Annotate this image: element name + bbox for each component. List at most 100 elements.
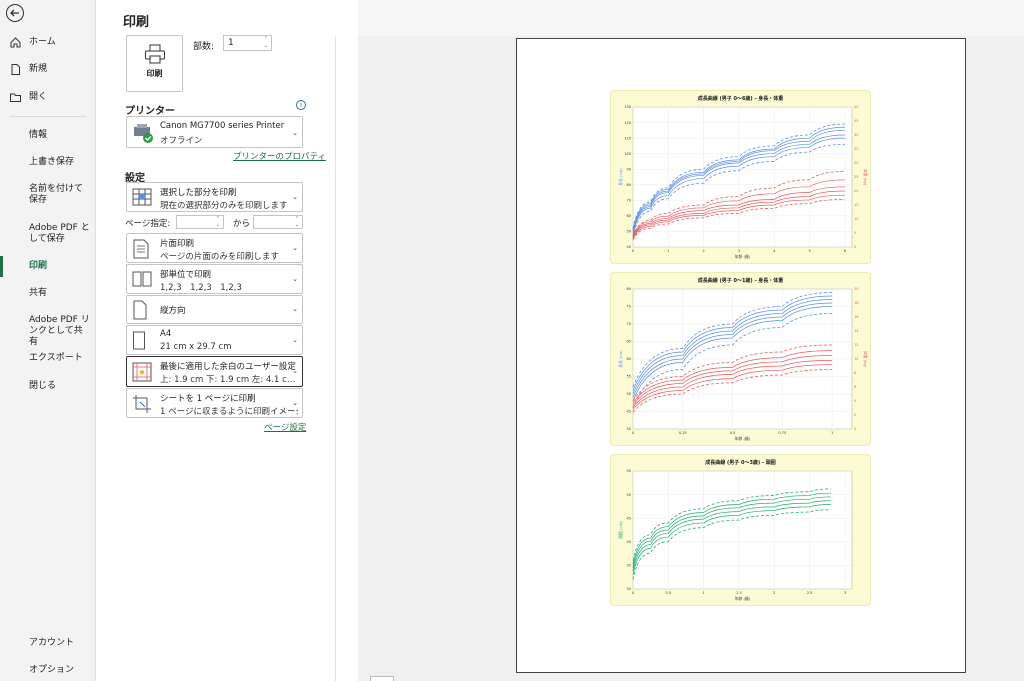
back-button[interactable] [6,4,24,22]
fit-to-page-icon [133,395,151,413]
nav-account[interactable]: アカウント [0,638,96,649]
nav-home-label: ホーム [29,37,56,47]
print-scope-select[interactable]: 選択した部分を印刷 現在の選択部分のみを印刷します ⌄ [126,182,303,212]
printer-icon [145,44,165,64]
y2-tick-label: 12 [854,343,858,347]
nav-adobe-pdf-link[interactable]: Adobe PDF リンクとして共有 [0,315,90,348]
y-tick-label: 40 [627,245,631,249]
y-tick-label: 100 [624,152,631,156]
chevron-down-icon: ⌄ [292,336,298,344]
x-tick-label: 1.5 [736,591,742,595]
paper-size-select[interactable]: A4 21 cm x 29.7 cm ⌄ [126,325,303,355]
x-tick-label: 6 [844,249,846,253]
arrow-left-icon [10,9,19,17]
chevron-down-icon: ⌄ [292,193,298,201]
paper-size-title: A4 [160,329,172,339]
collate-select[interactable]: 部単位で印刷 1,2,3 1,2,3 1,2,3 ⌄ [126,264,303,294]
nav-close[interactable]: 閉じる [0,381,96,392]
chevron-down-icon: ⌄ [292,275,298,283]
nav-divider [10,116,86,117]
copies-spinner[interactable]: ⌃ ⌄ [264,36,268,50]
y-tick-label: 55 [627,469,631,473]
chart-card: 成長曲線 (男子 0～6歳) - 身長・体重 0 1 2 3 4 5 6 40 50 60 70 80… [610,90,871,264]
print-button[interactable]: 印刷 [126,35,183,92]
x-tick-label: 1 [667,249,669,253]
print-scope-desc: 現在の選択部分のみを印刷します [160,201,288,211]
nav-save-label: 上書き保存 [29,157,75,167]
nav-open-label: 開く [29,92,48,102]
nav-save-as[interactable]: 名前を付けて保存 [0,184,90,206]
page-number-input[interactable] [370,676,394,681]
y-tick-label: 70 [627,322,631,326]
nav-print[interactable]: 印刷 [0,256,96,277]
y2-tick-label: 4 [854,399,857,403]
x-tick-label: 2 [703,249,705,253]
chevron-down-icon: ⌄ [292,244,298,252]
x-tick-label: 0 [632,591,634,595]
pages-from-spinner[interactable]: ⌃ ⌄ [216,216,220,228]
orientation-select[interactable]: 縦方向 ⌄ [126,295,303,324]
x-tick-label: 2.5 [807,591,813,595]
y2-tick-label: 5 [854,231,856,235]
printer-properties-link[interactable]: プリンターのプロパティ [233,150,326,162]
y-axis-label: 頭囲 (cm) [618,521,623,539]
pages-to-input[interactable]: ⌃ ⌄ [253,215,303,229]
copies-input[interactable]: 1 ⌃ ⌄ [223,35,272,51]
y-tick-label: 50 [627,230,631,234]
chevron-down-icon: ⌄ [292,399,298,407]
y-tick-label: 35 [627,564,631,568]
y-tick-label: 50 [627,392,631,396]
nav-share[interactable]: 共有 [0,288,96,299]
x-tick-label: 0 [632,249,634,253]
nav-options[interactable]: オプション [0,665,96,676]
y-axis-label: 身長 (cm) [618,168,623,186]
nav-save[interactable]: 上書き保存 [0,157,96,168]
y-tick-label: 65 [627,340,631,344]
preview-header [358,0,1024,36]
scaling-select[interactable]: シートを 1 ページに印刷 1 ページに収まるように印刷イメージを… ⌄ [126,388,303,418]
y2-axis-label: 体重 (kg) [863,351,868,368]
x-tick-label: 3 [738,249,740,253]
nav-home[interactable]: ホーム [0,37,96,48]
plot-area [632,106,853,248]
y-tick-label: 110 [624,136,631,140]
y2-tick-label: 18 [854,301,858,305]
y2-tick-label: 14 [854,329,859,333]
y2-tick-label: 0 [854,245,856,249]
y-tick-label: 75 [627,305,631,309]
x-tick-label: 0.75 [778,431,786,435]
margins-select[interactable]: 最後に適用した余白のユーザー設定 上: 1.9 cm 下: 1.9 cm 左: … [126,356,303,387]
y2-tick-label: 0 [854,427,856,431]
chart-card: 成長曲線 (男子 0～1歳) - 身長・体重 0 0.25 0.5 0.75 1 40 45… [610,272,871,446]
scaling-desc: 1 ページに収まるように印刷イメージを… [160,407,298,417]
pages-label: ページ指定: [125,219,171,229]
y2-tick-label: 50 [854,105,858,109]
pages-from-input[interactable]: ⌃ ⌄ [176,215,224,229]
chevron-down-icon: ⌄ [292,305,298,313]
copies-value: 1 [228,38,234,48]
page-setup-link[interactable]: ページ設定 [264,421,306,433]
excel-backstage-print: ホーム 新規 開く 情報 上書き保存 名前を付けて保存 Adobe PDF とし… [0,0,1024,681]
nav-info[interactable]: 情報 [0,130,96,141]
nav-export[interactable]: エクスポート [0,353,96,364]
nav-new[interactable]: 新規 [0,64,96,75]
y2-tick-label: 35 [854,147,858,151]
nav-adobe-pdf-link-label: Adobe PDF リンクとして共有 [29,315,90,347]
y-tick-label: 80 [627,183,631,187]
y-tick-label: 60 [627,214,631,218]
collated-pages-icon [132,271,152,287]
paper-size-desc: 21 cm x 29.7 cm [160,342,232,352]
margins-title: 最後に適用した余白のユーザー設定 [160,362,296,372]
sides-select[interactable]: 片面印刷 ページの片面のみを印刷します ⌄ [126,233,303,263]
printer-heading: プリンター [125,106,175,117]
preview-page: 成長曲線 (男子 0～6歳) - 身長・体重 0 1 2 3 4 5 6 40 50 60 70 80… [516,38,966,673]
y2-tick-label: 2 [854,413,856,417]
x-axis-label: 年齢 (歳) [735,254,751,259]
pages-to-spinner[interactable]: ⌃ ⌄ [295,216,299,228]
nav-adobe-pdf-save[interactable]: Adobe PDF として保存 [0,223,90,245]
info-icon[interactable]: i [296,100,306,110]
y-tick-label: 120 [624,121,631,125]
y-tick-label: 40 [627,427,631,431]
printer-select[interactable]: Canon MG7700 series Printer オフライン ⌄ [126,116,303,148]
nav-open[interactable]: 開く [0,92,96,103]
